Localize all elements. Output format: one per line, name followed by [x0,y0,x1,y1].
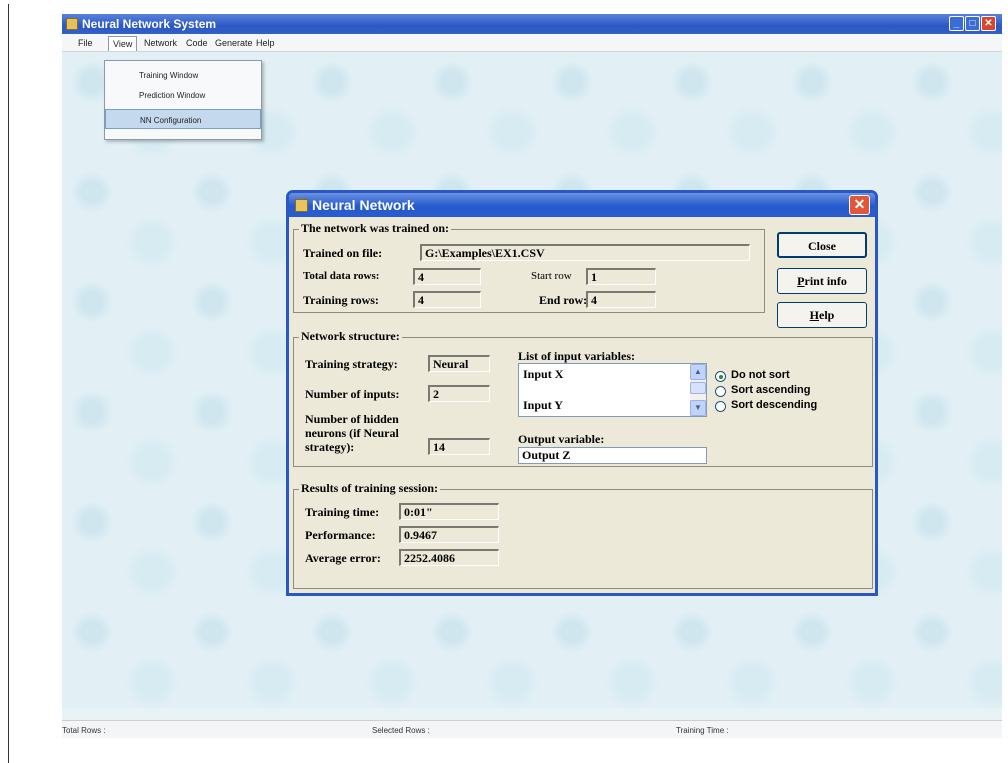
sort-option-label: Sort ascending [731,384,811,396]
results-group-title: Results of training session: [299,481,441,496]
menu-item-prediction-window[interactable]: Prediction Window [105,85,261,105]
menu-code[interactable]: Code [186,38,208,48]
dialog-titlebar[interactable]: Neural Network ✕ [289,193,875,217]
menu-generate[interactable]: Generate [215,38,253,48]
average-error-label: Average error: [305,551,381,565]
print-info-label: rint info [804,274,847,288]
list-item[interactable]: Input X [523,367,563,382]
end-row-field: 4 [586,291,656,308]
print-info-key: P [797,274,805,288]
dialog-title: Neural Network [312,197,415,213]
performance-field: 0.9467 [399,526,499,543]
statusbar: Total Rows : Selected Rows : Training Ti… [62,720,1002,738]
status-selected-rows: Selected Rows : [372,726,430,735]
performance-label: Performance: [305,528,376,542]
output-variable-field[interactable]: Output Z [518,447,707,464]
total-data-rows-label: Total data rows: [303,270,380,282]
neural-network-dialog: Neural Network ✕ The network was trained… [286,190,878,596]
radio-icon[interactable] [715,386,726,397]
scroll-down-icon[interactable]: ▼ [690,400,706,416]
dialog-icon [295,199,308,212]
screen: Neural Network System _ □ ✕ File View Ne… [0,0,1008,763]
scroll-up-icon[interactable]: ▲ [690,364,706,380]
app-title: Neural Network System [82,17,217,31]
menu-file[interactable]: File [78,38,93,48]
number-of-inputs-label: Number of inputs: [305,387,400,401]
close-icon[interactable]: ✕ [981,16,996,31]
menu-item-nn-configuration[interactable]: NN Configuration [105,109,261,129]
help-button[interactable]: Help [777,302,867,328]
trained-on-file-label: Trained on file: [303,246,383,260]
end-row-label: End row: [539,293,588,307]
trained-on-group-title: The network was trained on: [299,221,452,236]
help-label: elp [819,308,835,322]
list-scrollbar[interactable]: ▲ ▼ [690,364,706,416]
total-data-rows-field: 4 [413,268,481,285]
hidden-neurons-field: 14 [428,438,490,455]
training-time-label: Training time: [305,505,380,519]
minimize-icon[interactable]: _ [949,16,964,31]
menubar: File View Network Code Generate Help [62,34,1002,52]
training-strategy-label: Training strategy: [305,357,398,371]
close-button[interactable]: Close [777,232,867,258]
hidden-neurons-label-line2: neurons (if Neural [305,426,399,440]
hidden-neurons-label-line1: Number of hidden [305,412,399,426]
app-titlebar[interactable]: Neural Network System _ □ ✕ [62,14,1002,34]
number-of-inputs-field: 2 [428,385,490,402]
sort-option-label: Sort descending [731,399,818,411]
view-dropdown-menu: Training Window Prediction Window NN Con… [104,60,262,140]
start-row-label: Start row [531,270,572,282]
training-strategy-field: Neural [428,355,490,372]
network-structure-group-title: Network structure: [299,329,402,344]
menu-item-training-window[interactable]: Training Window [105,65,261,85]
average-error-field: 2252.4086 [399,549,499,566]
print-info-button[interactable]: Print info [777,268,867,294]
input-variables-label: List of input variables: [518,349,636,363]
dialog-close-icon[interactable]: ✕ [849,195,870,215]
radio-icon[interactable] [715,401,726,412]
output-variable-label: Output variable: [518,432,605,446]
scroll-thumb[interactable] [690,382,706,394]
training-rows-label: Training rows: [303,293,379,307]
sort-option-label: Do not sort [731,369,790,381]
input-variables-list[interactable]: Input X Input Y ▲ ▼ [518,363,707,417]
start-row-field: 1 [586,268,656,285]
maximize-icon[interactable]: □ [965,16,980,31]
menu-help[interactable]: Help [256,38,275,48]
menu-view[interactable]: View [108,36,138,51]
status-training-time: Training Time : [676,726,729,735]
help-key: H [809,308,819,322]
list-item[interactable]: Input Y [523,398,563,413]
radio-selected-icon[interactable] [715,371,726,382]
trained-on-file-field: G:\Examples\EX1.CSV [420,244,750,261]
status-total-rows: Total Rows : [62,726,106,735]
app-icon [66,18,78,30]
menu-network[interactable]: Network [144,38,177,48]
hidden-neurons-label-line3: strategy): [305,440,355,454]
training-time-field: 0:01" [399,503,499,520]
training-rows-field: 4 [413,291,481,308]
results-group [293,489,873,589]
